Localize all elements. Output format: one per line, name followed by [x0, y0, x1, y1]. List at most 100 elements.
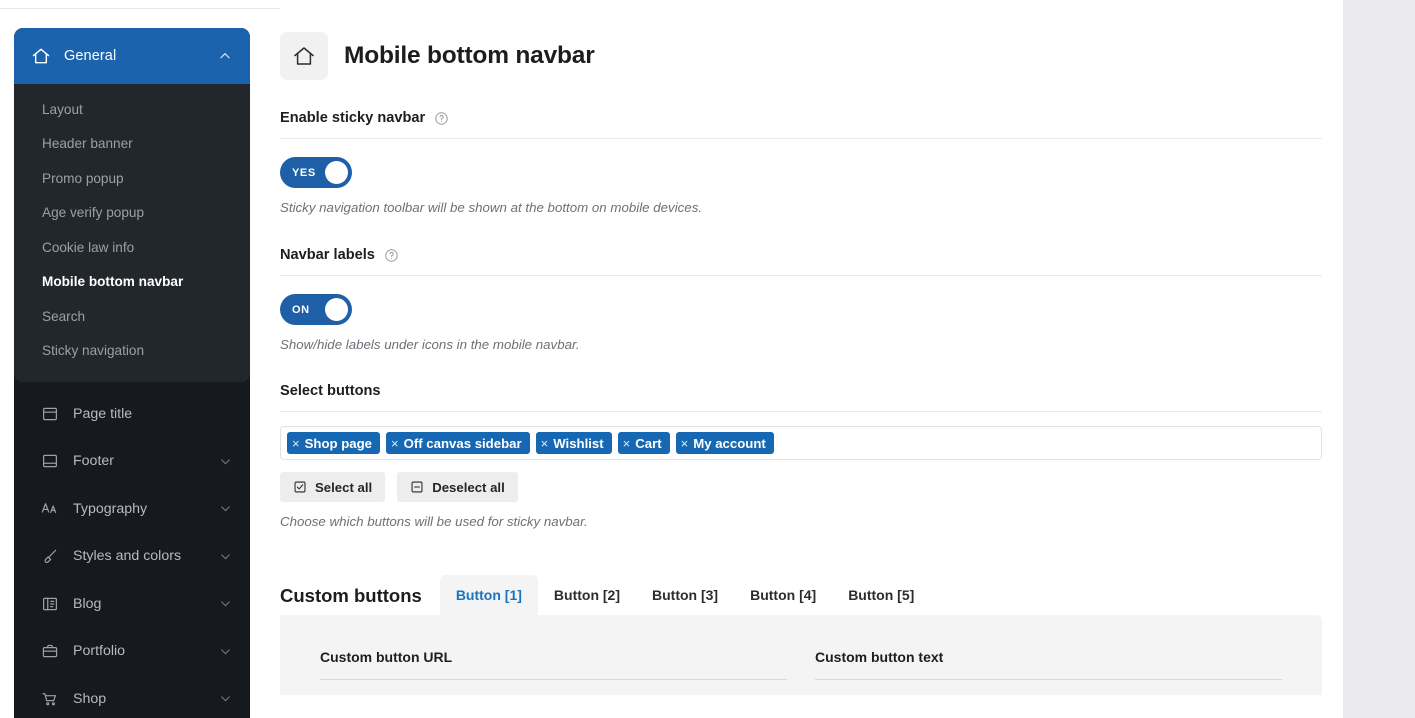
chevron-down-icon [219, 502, 232, 515]
sidebar: General Layout Header banner Promo popup… [14, 28, 250, 718]
sidebar-submenu: Layout Header banner Promo popup Age ver… [14, 84, 250, 372]
sidebar-item-label: Styles and colors [73, 548, 182, 565]
field-label: Custom button URL [320, 649, 453, 665]
sidebar-item-label: Blog [73, 595, 102, 612]
deselect-all-button[interactable]: Deselect all [397, 472, 518, 502]
select-all-label: Select all [315, 479, 373, 495]
tab-label: Button [3] [652, 587, 719, 603]
sidebar-item-search[interactable]: Search [14, 299, 250, 334]
cart-icon [40, 689, 59, 708]
sidebar-item-label: Portfolio [73, 643, 126, 660]
select-all-button[interactable]: Select all [280, 472, 386, 502]
sidebar-item-shop[interactable]: Shop [14, 675, 250, 718]
chip-label: Wishlist [553, 435, 604, 451]
sidebar-item-page-title[interactable]: Page title [14, 390, 250, 438]
field-label: Enable sticky navbar [280, 110, 1322, 126]
chip-cart[interactable]: × Cart [617, 432, 670, 454]
sidebar-item-mobile-bottom-navbar[interactable]: Mobile bottom navbar [14, 265, 250, 300]
sidebar-item-header-banner[interactable]: Header banner [14, 127, 250, 162]
page-title: Mobile bottom navbar [344, 42, 595, 69]
sidebar-item-blog[interactable]: Blog [14, 580, 250, 628]
select-buttons-input[interactable]: × Shop page × Off canvas sidebar × Wishl… [280, 426, 1322, 460]
deselect-all-label: Deselect all [432, 479, 505, 495]
chip-label: My account [693, 435, 766, 451]
sidebar-item-typography[interactable]: Typography [14, 485, 250, 533]
right-gutter [1343, 0, 1415, 718]
sidebar-item-age-verify-popup[interactable]: Age verify popup [14, 196, 250, 231]
field-description: Choose which buttons will be used for st… [280, 514, 588, 529]
sidebar-item-layout[interactable]: Layout [14, 92, 250, 127]
divider [280, 275, 1322, 276]
field-description: Sticky navigation toolbar will be shown … [280, 200, 703, 215]
sidebar-item-footer[interactable]: Footer [14, 438, 250, 486]
divider [280, 138, 1322, 139]
minus-square-icon [410, 480, 424, 494]
chip-my-account[interactable]: × My account [675, 432, 774, 454]
custom-buttons-tabs: Custom buttons Button [1] Button [2] But… [280, 571, 1322, 615]
brush-icon [40, 547, 59, 566]
toggle-enable-sticky-navbar[interactable]: YES [280, 157, 352, 188]
sidebar-item-label: Mobile bottom navbar [42, 274, 184, 290]
checked-square-icon [293, 480, 307, 494]
field-label: Custom button text [815, 649, 944, 665]
close-icon[interactable]: × [541, 436, 549, 451]
close-icon[interactable]: × [292, 436, 300, 451]
chip-label: Cart [635, 435, 662, 451]
field-description: Show/hide labels under icons in the mobi… [280, 337, 580, 352]
custom-button-url-input[interactable] [320, 679, 787, 680]
sidebar-item-styles-and-colors[interactable]: Styles and colors [14, 533, 250, 581]
sidebar-item-label: Page title [73, 405, 133, 422]
sidebar-item-cookie-law-info[interactable]: Cookie law info [14, 230, 250, 265]
chevron-down-icon [219, 597, 232, 610]
page-header: Mobile bottom navbar [280, 0, 1322, 80]
field-select-buttons: Select buttons × Shop page × Off canvas … [280, 383, 1322, 529]
blog-icon [40, 594, 59, 613]
close-icon[interactable]: × [623, 436, 631, 451]
briefcase-icon [40, 642, 59, 661]
help-circle-icon[interactable] [384, 248, 399, 263]
tab-button-2[interactable]: Button [2] [538, 575, 636, 615]
footer-icon [40, 452, 59, 471]
sidebar-item-label: Header banner [42, 136, 133, 152]
sidebar-item-label: Age verify popup [42, 205, 145, 221]
divider [280, 411, 1322, 412]
sidebar-item-sticky-navigation[interactable]: Sticky navigation [14, 334, 250, 369]
tab-button-5[interactable]: Button [5] [832, 575, 930, 615]
field-enable-sticky-navbar: Enable sticky navbar YES Sticky navigati… [280, 110, 1322, 215]
chevron-up-icon [218, 49, 232, 63]
chip-shop-page[interactable]: × Shop page [287, 432, 380, 454]
sidebar-item-label: Shop [73, 690, 107, 707]
close-icon[interactable]: × [681, 436, 689, 451]
chip-label: Off canvas sidebar [403, 435, 522, 451]
tab-button-1[interactable]: Button [1] [439, 575, 538, 615]
sidebar-item-label: Typography [73, 500, 148, 517]
toggle-navbar-labels[interactable]: ON [280, 294, 352, 325]
sidebar-item-general[interactable]: General [14, 28, 250, 84]
help-circle-icon[interactable] [434, 111, 449, 126]
tab-button-4[interactable]: Button [4] [734, 575, 832, 615]
chip-label: Shop page [304, 435, 372, 451]
toggle-label: ON [292, 303, 310, 316]
sidebar-item-label: Promo popup [42, 170, 124, 186]
custom-buttons-title: Custom buttons [280, 585, 422, 606]
chip-off-canvas-sidebar[interactable]: × Off canvas sidebar [386, 432, 530, 454]
chevron-down-icon [219, 455, 232, 468]
page-title-icon [40, 404, 59, 423]
tab-button-3[interactable]: Button [3] [636, 575, 734, 615]
chip-wishlist[interactable]: × Wishlist [535, 432, 612, 454]
toggle-knob [325, 298, 348, 321]
typography-icon [40, 499, 59, 518]
custom-buttons-panel: Custom button URL Custom button text [280, 615, 1322, 695]
sidebar-group-general: General Layout Header banner Promo popup… [14, 28, 250, 382]
field-label-text: Enable sticky navbar [280, 110, 426, 126]
custom-button-text-input[interactable] [815, 679, 1282, 680]
select-buttons-actions: Select all Deselect all [280, 472, 1322, 502]
tab-label: Button [2] [553, 587, 620, 603]
close-icon[interactable]: × [391, 436, 399, 451]
sidebar-item-portfolio[interactable]: Portfolio [14, 628, 250, 676]
sidebar-item-promo-popup[interactable]: Promo popup [14, 161, 250, 196]
field-label: Navbar labels [280, 247, 1322, 263]
sidebar-main-items: Page title Footer Typography Styles and … [14, 382, 250, 718]
sidebar-item-label: Footer [73, 453, 115, 470]
sidebar-item-label: Cookie law info [42, 239, 135, 255]
